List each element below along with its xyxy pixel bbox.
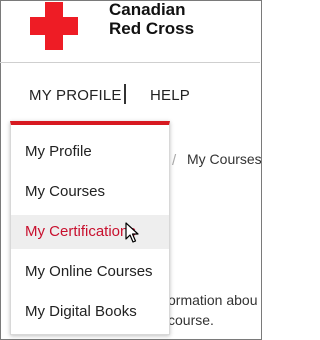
breadcrumb-current[interactable]: My Courses xyxy=(187,151,262,167)
menu-item-my-courses[interactable]: My Courses xyxy=(11,175,169,209)
menu-item-my-digital-books[interactable]: My Digital Books xyxy=(11,295,169,329)
nav-my-profile[interactable]: MY PROFILE xyxy=(29,87,122,104)
brand-line-2: Red Cross xyxy=(109,19,195,38)
red-cross-logo[interactable] xyxy=(30,2,78,50)
breadcrumb-separator: / xyxy=(172,152,177,169)
brand-name[interactable]: Canadian Red Cross xyxy=(109,0,194,38)
menu-item-my-online-courses[interactable]: My Online Courses xyxy=(11,255,169,289)
main-nav: MY PROFILE HELP xyxy=(0,62,260,125)
brand-line-1: Canadian xyxy=(109,0,186,19)
profile-dropdown-menu: My Profile My Courses My Certifications … xyxy=(10,121,170,335)
menu-item-my-certifications[interactable]: My Certifications xyxy=(11,215,169,249)
body-text-line-1: ormation abou xyxy=(168,292,258,308)
arrow-pointer-icon xyxy=(125,222,139,243)
body-text-line-2: course. xyxy=(168,312,214,328)
nav-help[interactable]: HELP xyxy=(150,87,190,104)
menu-item-my-profile[interactable]: My Profile xyxy=(11,135,169,169)
nav-separator xyxy=(124,84,126,104)
